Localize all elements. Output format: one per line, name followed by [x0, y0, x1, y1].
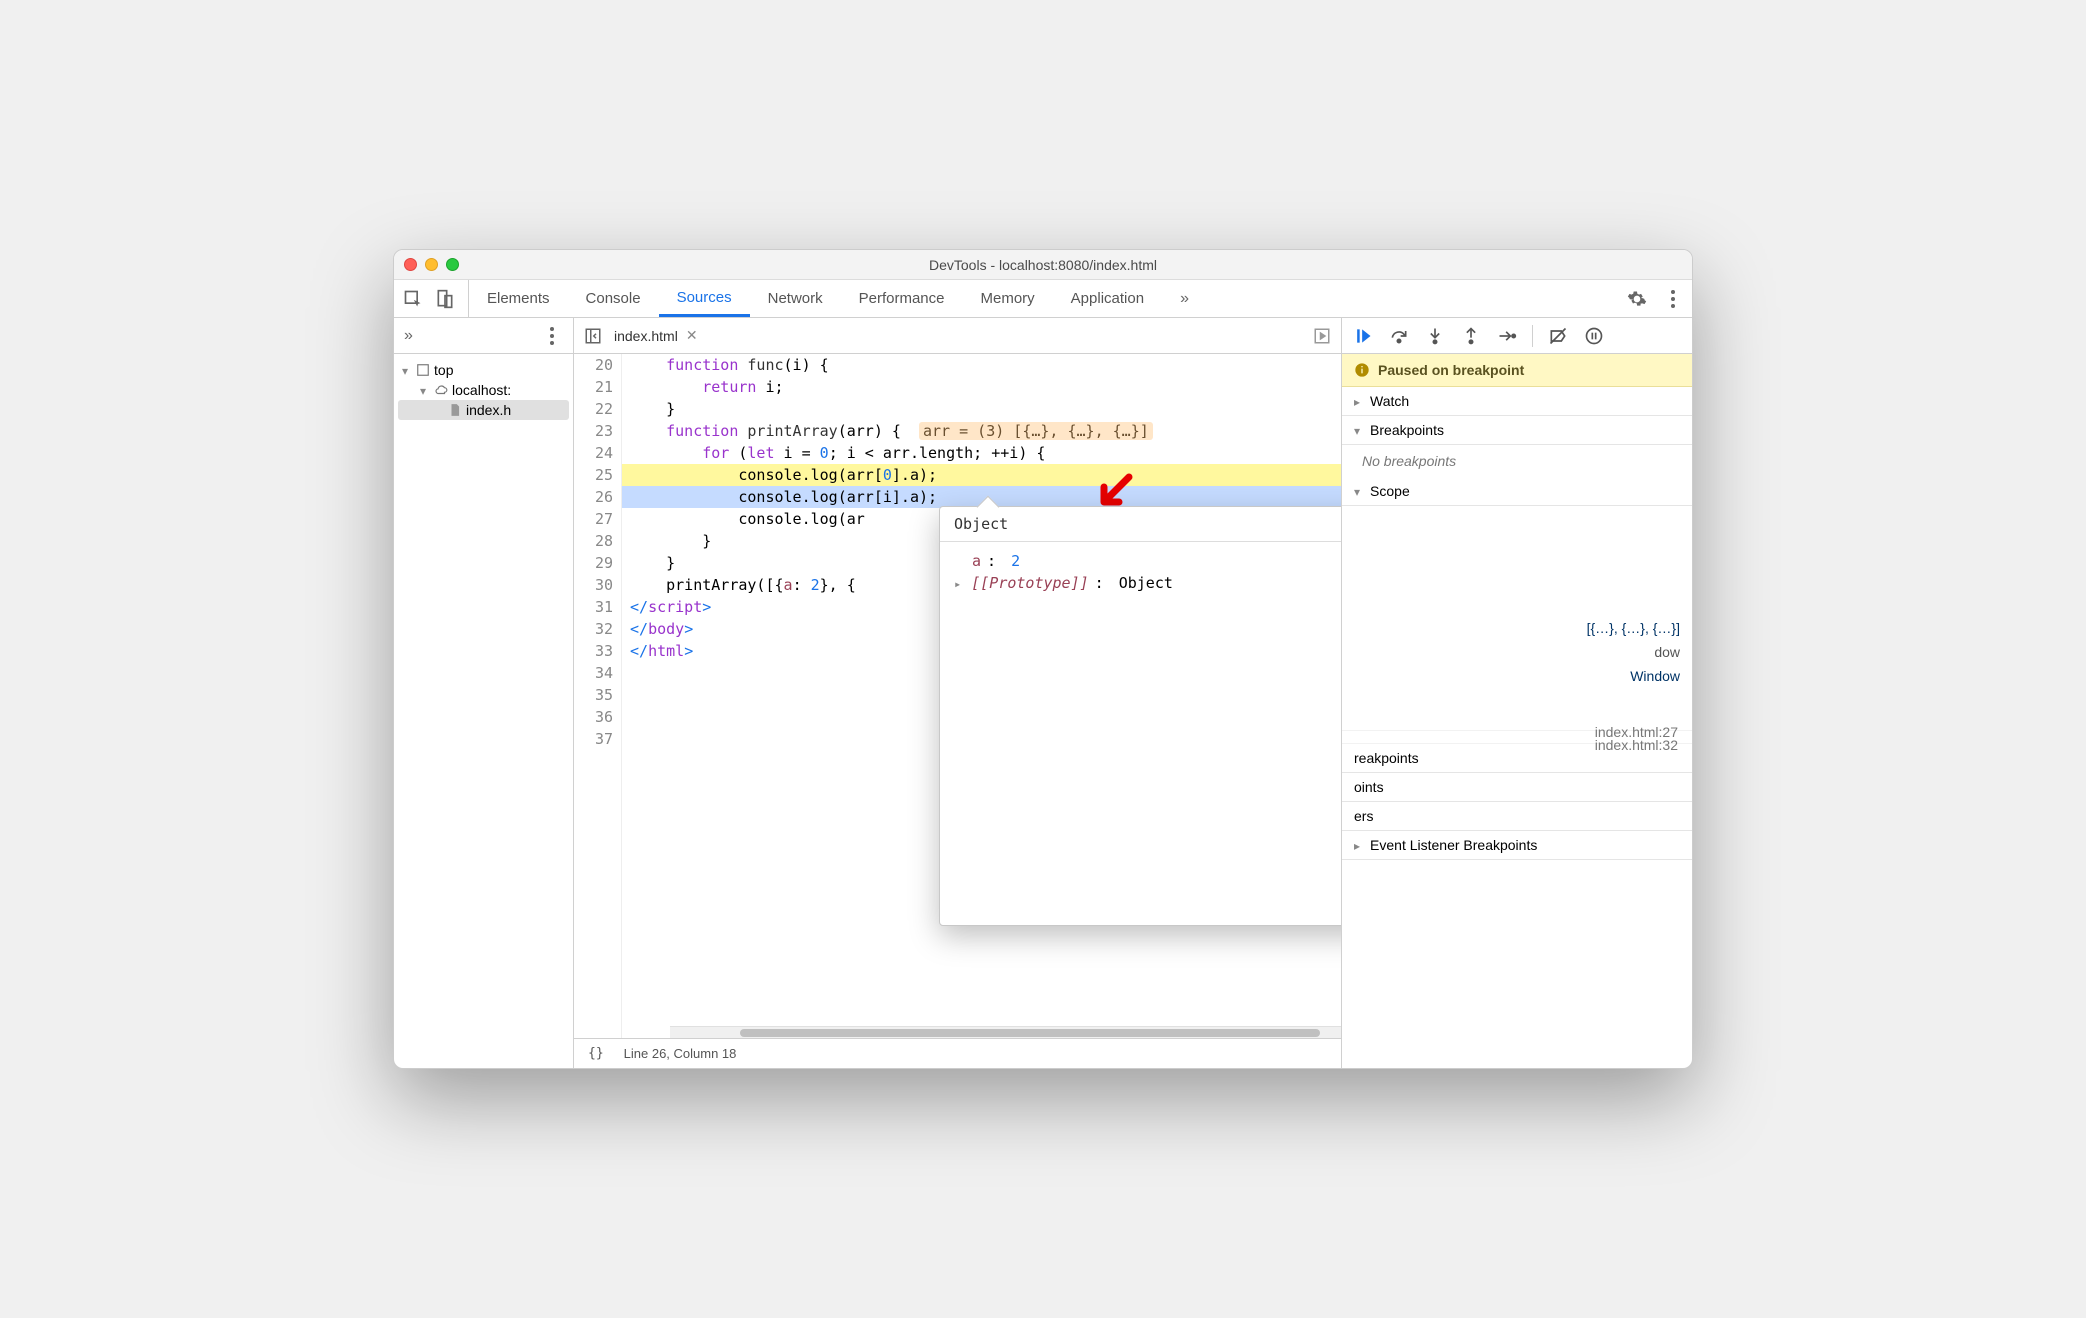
window-title: DevTools - localhost:8080/index.html — [394, 257, 1692, 273]
editor-statusbar: {} Line 26, Column 18 — [574, 1038, 1341, 1068]
debug-toolbar — [1342, 318, 1692, 354]
chevron-down-icon — [420, 382, 430, 398]
popup-header: Object — [940, 507, 1342, 542]
chevron-down-icon — [402, 362, 412, 378]
editor-tabs: index.html ✕ — [574, 318, 1341, 354]
code-line[interactable]: } — [622, 398, 1341, 420]
cursor-position: Line 26, Column 18 — [624, 1046, 737, 1061]
main-area: » top localhost: index.h — [394, 318, 1692, 1068]
tree-top-label: top — [434, 362, 453, 378]
info-icon — [1354, 362, 1370, 378]
paused-text: Paused on breakpoint — [1378, 362, 1524, 378]
popup-prop-val: 2 — [1011, 552, 1020, 570]
step-out-icon[interactable] — [1460, 325, 1482, 347]
tree-item-file[interactable]: index.h — [398, 400, 569, 420]
scope-arr-value: [{…}, {…}, {…}] — [1342, 616, 1692, 640]
no-breakpoints-text: No breakpoints — [1342, 445, 1692, 477]
device-toolbar-icon[interactable] — [434, 288, 456, 310]
tab-network[interactable]: Network — [750, 280, 841, 317]
panel-tabs: Elements Console Sources Network Perform… — [469, 280, 1207, 317]
format-code-icon[interactable]: {} — [588, 1046, 604, 1061]
inspect-element-icon[interactable] — [402, 288, 424, 310]
scrollbar-thumb[interactable] — [740, 1029, 1320, 1037]
chevron-right-icon — [1354, 837, 1364, 853]
close-window-icon[interactable] — [404, 258, 417, 271]
main-toolbar: Elements Console Sources Network Perform… — [394, 280, 1692, 318]
watch-panel-header[interactable]: Watch — [1342, 387, 1692, 416]
settings-icon[interactable] — [1626, 288, 1648, 310]
tab-elements[interactable]: Elements — [469, 280, 568, 317]
callstack-item[interactable]: index.html:32 — [1342, 731, 1692, 744]
tab-console[interactable]: Console — [568, 280, 659, 317]
popup-prop-key: a — [972, 552, 981, 570]
event-listener-breakpoints-panel-header[interactable]: Event Listener Breakpoints — [1342, 831, 1692, 860]
navigator-sidebar: » top localhost: index.h — [394, 318, 574, 1068]
titlebar: DevTools - localhost:8080/index.html — [394, 250, 1692, 280]
zoom-window-icon[interactable] — [446, 258, 459, 271]
tab-performance[interactable]: Performance — [841, 280, 963, 317]
deactivate-breakpoints-icon[interactable] — [1547, 325, 1569, 347]
tree-item-origin[interactable]: localhost: — [398, 380, 569, 400]
minimize-window-icon[interactable] — [425, 258, 438, 271]
scope-panel-header[interactable]: Scope — [1342, 477, 1692, 506]
code-line[interactable]: function printArray(arr) { arr = (3) [{…… — [622, 420, 1341, 442]
file-tree: top localhost: index.h — [394, 354, 573, 426]
object-inspector-popup: Object a: 2 [[Prototype]]: Object — [939, 506, 1342, 926]
callstack-item[interactable]: index.html:27 — [1342, 718, 1692, 731]
cloud-icon — [434, 383, 448, 397]
paused-banner: Paused on breakpoint — [1342, 354, 1692, 387]
file-tab-label: index.html — [614, 328, 678, 344]
run-snippet-icon[interactable] — [1311, 325, 1333, 347]
horizontal-scrollbar[interactable] — [670, 1026, 1341, 1038]
global-listeners-panel-header[interactable]: ers — [1342, 802, 1692, 831]
code-line[interactable]: return i; — [622, 376, 1341, 398]
frame-icon — [416, 363, 430, 377]
chevron-down-icon — [1354, 422, 1364, 438]
code-line[interactable]: function func(i) { — [622, 354, 1341, 376]
devtools-window: DevTools - localhost:8080/index.html Ele… — [393, 249, 1693, 1069]
tab-memory[interactable]: Memory — [963, 280, 1053, 317]
navigator-menu-icon[interactable] — [541, 325, 563, 347]
popup-proto-val: Object — [1119, 574, 1173, 592]
step-icon[interactable] — [1496, 325, 1518, 347]
popup-property-row[interactable]: a: 2 — [954, 550, 1342, 572]
debugger-sidebar: Paused on breakpoint Watch Breakpoints N… — [1342, 318, 1692, 1068]
tree-file-label: index.h — [466, 402, 511, 418]
chevron-right-icon — [1354, 393, 1364, 409]
popup-proto-key: [[Prototype]] — [971, 574, 1088, 592]
resume-icon[interactable] — [1352, 325, 1374, 347]
scope-window-value: Window — [1342, 664, 1692, 688]
code-line[interactable]: console.log(arr[0].a); — [622, 464, 1341, 486]
step-into-icon[interactable] — [1424, 325, 1446, 347]
file-icon — [448, 403, 462, 417]
line-gutter: 202122232425262728293031323334353637 — [574, 354, 622, 1038]
more-tabs-icon[interactable]: » — [1162, 280, 1207, 317]
dom-breakpoints-panel-header[interactable]: oints — [1342, 773, 1692, 802]
code-line[interactable]: for (let i = 0; i < arr.length; ++i) { — [622, 442, 1341, 464]
editor-column: index.html ✕ 202122232425262728293031323… — [574, 318, 1342, 1068]
more-options-icon[interactable] — [1662, 288, 1684, 310]
chevron-down-icon — [1354, 483, 1364, 499]
tree-origin-label: localhost: — [452, 382, 511, 398]
tab-application[interactable]: Application — [1053, 280, 1162, 317]
popup-prototype-row[interactable]: [[Prototype]]: Object — [954, 572, 1342, 594]
scope-dow-value: dow — [1342, 640, 1692, 664]
toggle-navigator-icon[interactable] — [582, 325, 604, 347]
navigator-more-icon[interactable]: » — [404, 327, 413, 345]
pause-exceptions-icon[interactable] — [1583, 325, 1605, 347]
chevron-right-icon — [954, 574, 965, 592]
tree-item-top[interactable]: top — [398, 360, 569, 380]
step-over-icon[interactable] — [1388, 325, 1410, 347]
tab-sources[interactable]: Sources — [659, 280, 750, 317]
traffic-lights — [404, 258, 459, 271]
file-tab[interactable]: index.html ✕ — [614, 327, 698, 344]
breakpoints-panel-header[interactable]: Breakpoints — [1342, 416, 1692, 445]
close-tab-icon[interactable]: ✕ — [686, 327, 698, 344]
